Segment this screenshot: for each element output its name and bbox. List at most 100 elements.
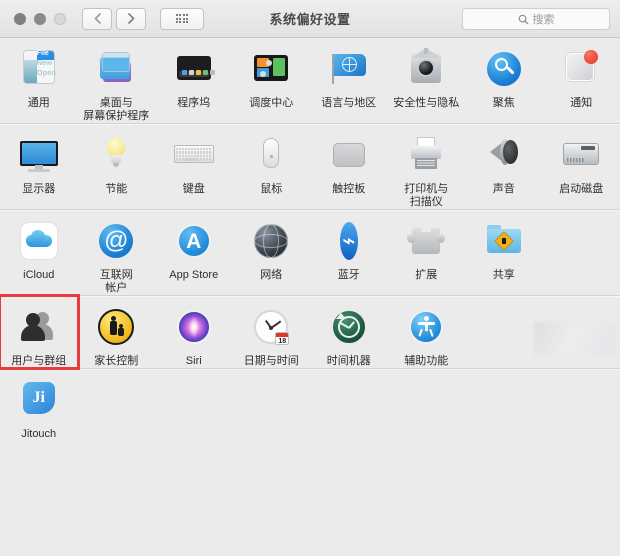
pane-icloud[interactable]: iCloud (0, 210, 78, 282)
parental-controls-icon (93, 304, 139, 350)
notification-badge-icon (584, 50, 599, 64)
pane-label: App Store (169, 269, 219, 281)
pane-label: 通用 (27, 97, 50, 109)
pane-label: 用户与群组 (11, 355, 67, 367)
dock-icon (171, 46, 217, 92)
pane-label: 互联网 帐户 (99, 269, 133, 294)
window-titlebar: 系统偏好设置 搜索 (0, 0, 620, 38)
pane-parental-controls[interactable]: 家长控制 (78, 296, 156, 368)
pane-date-time[interactable]: 18 日期与时间 (233, 296, 311, 368)
pane-network[interactable]: 网络 (233, 210, 311, 282)
pane-label: 安全性与隐私 (393, 97, 460, 109)
startup-disk-icon (558, 132, 604, 178)
navigation-buttons (82, 7, 146, 30)
pane-general[interactable]: File New Open 通用 (0, 38, 78, 110)
siri-icon (171, 304, 217, 350)
calendar-day: 18 (278, 338, 287, 345)
pane-label: 调度中心 (249, 97, 294, 109)
pane-notifications[interactable]: 通知 (543, 38, 620, 110)
pane-label: 时间机器 (326, 355, 371, 367)
pane-row-other: Ji Jitouch (0, 369, 620, 441)
mission-control-icon (248, 46, 294, 92)
pane-label: 语言与地区 (321, 97, 377, 109)
date-time-icon: 18 (248, 304, 294, 350)
pane-label: 聚焦 (492, 97, 515, 109)
pane-desktop-screensaver[interactable]: 桌面与 屏幕保护程序 (78, 38, 156, 123)
grid-view-icon (175, 14, 189, 23)
pane-label: 日期与时间 (243, 355, 299, 367)
pane-displays[interactable]: 显示器 (0, 124, 78, 196)
sharing-icon (481, 218, 527, 264)
network-icon (248, 218, 294, 264)
forward-button[interactable] (116, 7, 146, 30)
search-field[interactable]: 搜索 (462, 8, 610, 30)
preference-panes-grid: File New Open 通用 桌面与 屏幕保护程序 程序坞 调度中心 语言与… (0, 38, 620, 556)
pane-time-machine[interactable]: 时间机器 (310, 296, 388, 368)
pane-label: 网络 (260, 269, 283, 281)
pane-label: 家长控制 (94, 355, 139, 367)
pane-label: 键盘 (182, 183, 205, 195)
minimize-button[interactable] (34, 12, 46, 25)
language-region-icon (326, 46, 372, 92)
pane-trackpad[interactable]: 触控板 (310, 124, 388, 196)
pane-label: 通知 (570, 97, 593, 109)
pane-dock[interactable]: 程序坞 (155, 38, 233, 110)
pane-app-store[interactable]: A App Store (155, 210, 233, 282)
close-button[interactable] (14, 12, 26, 25)
pane-label: 蓝牙 (337, 269, 360, 281)
search-placeholder: 搜索 (532, 14, 555, 26)
back-button[interactable] (82, 7, 112, 30)
pane-label: 桌面与 屏幕保护程序 (83, 97, 150, 122)
pane-label: 共享 (492, 269, 515, 281)
pane-mouse[interactable]: 鼠标 (233, 124, 311, 196)
pane-spotlight[interactable]: 聚焦 (465, 38, 543, 110)
pane-row-system: 用户与群组 家长控制 Siri 18 日期与时间 时间机器 辅助功能 (0, 294, 620, 370)
pane-printers-scanners[interactable]: 打印机与 扫描仪 (388, 124, 466, 209)
users-groups-icon (16, 304, 62, 350)
pane-jitouch[interactable]: Ji Jitouch (0, 369, 78, 441)
pane-users-groups[interactable]: 用户与群组 (0, 294, 80, 370)
pane-extensions[interactable]: 扩展 (388, 210, 466, 282)
pane-label: 声音 (492, 183, 515, 195)
energy-saver-icon (93, 132, 139, 178)
pane-label: 扩展 (415, 269, 438, 281)
pane-label: 打印机与 扫描仪 (404, 183, 449, 208)
pane-security-privacy[interactable]: 安全性与隐私 (388, 38, 466, 110)
jitouch-icon: Ji (16, 377, 62, 423)
pane-sharing[interactable]: 共享 (465, 210, 543, 282)
icloud-icon (16, 218, 62, 264)
system-preferences-window: 系统偏好设置 搜索 File New Open 通用 桌面与 屏幕保护程序 程序… (0, 0, 620, 556)
pane-label: Jitouch (21, 428, 57, 440)
time-machine-icon (326, 304, 372, 350)
printers-scanners-icon (403, 132, 449, 178)
pane-siri[interactable]: Siri (155, 296, 233, 368)
show-all-button[interactable] (160, 7, 204, 30)
bluetooth-icon: ⌁ (326, 218, 372, 264)
pane-startup-disk[interactable]: 启动磁盘 (543, 124, 620, 196)
pane-internet-accounts[interactable]: @ 互联网 帐户 (78, 210, 156, 295)
pane-mission-control[interactable]: 调度中心 (233, 38, 311, 110)
pane-energy-saver[interactable]: 节能 (78, 124, 156, 196)
extensions-icon (403, 218, 449, 264)
pane-label: 启动磁盘 (559, 183, 604, 195)
chevron-right-icon (127, 13, 134, 24)
pane-bluetooth[interactable]: ⌁ 蓝牙 (310, 210, 388, 282)
notifications-icon (558, 46, 604, 92)
pane-accessibility[interactable]: 辅助功能 (388, 296, 466, 368)
pane-label: iCloud (23, 269, 55, 281)
traffic-lights (14, 12, 66, 25)
pane-language-region[interactable]: 语言与地区 (310, 38, 388, 110)
security-privacy-icon (403, 46, 449, 92)
displays-icon (16, 132, 62, 178)
pane-label: 节能 (105, 183, 128, 195)
pane-label: Siri (185, 355, 202, 367)
trackpad-icon (326, 132, 372, 178)
general-icon: File New Open (16, 46, 62, 92)
zoom-button[interactable] (54, 12, 66, 25)
pane-keyboard[interactable]: 键盘 (155, 124, 233, 196)
pane-label: 鼠标 (260, 183, 283, 195)
pane-label: 程序坞 (177, 97, 211, 109)
pane-label: 显示器 (22, 183, 56, 195)
chevron-left-icon (94, 13, 101, 24)
pane-sound[interactable]: 声音 (465, 124, 543, 196)
